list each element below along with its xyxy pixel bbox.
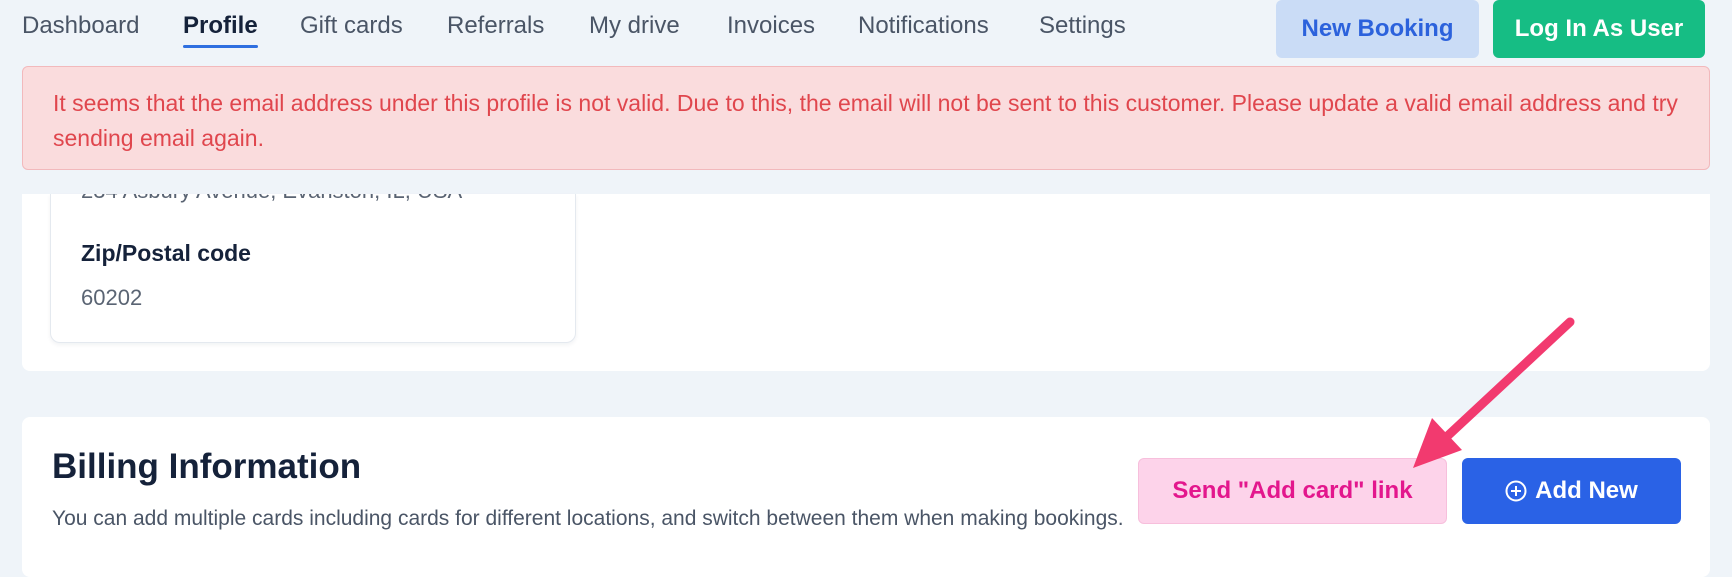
billing-description: You can add multiple cards including car…: [52, 507, 1124, 530]
tab-gift-cards[interactable]: Gift cards: [300, 12, 403, 40]
plus-circle-icon: [1505, 480, 1527, 502]
profile-address-section: 234 Asbury Avenue, Evanston, IL, USA Zip…: [22, 194, 1710, 371]
billing-title: Billing Information: [52, 447, 362, 486]
tab-invoices[interactable]: Invoices: [727, 12, 815, 40]
alert-message: It seems that the email address under th…: [53, 90, 1678, 151]
tab-notifications[interactable]: Notifications: [858, 12, 989, 40]
tab-profile[interactable]: Profile: [183, 12, 258, 48]
address-card: 234 Asbury Avenue, Evanston, IL, USA Zip…: [50, 194, 576, 343]
zip-label: Zip/Postal code: [81, 240, 251, 266]
tab-dashboard[interactable]: Dashboard: [22, 12, 139, 40]
top-navigation: Dashboard Profile Gift cards Referrals M…: [0, 0, 1732, 62]
tab-referrals[interactable]: Referrals: [447, 12, 544, 40]
billing-section: Billing Information You can add multiple…: [22, 417, 1710, 577]
address-value: 234 Asbury Avenue, Evanston, IL, USA: [81, 194, 462, 204]
tab-settings[interactable]: Settings: [1039, 12, 1126, 40]
send-add-card-link-button[interactable]: Send "Add card" link: [1138, 458, 1447, 524]
tab-my-drive[interactable]: My drive: [589, 12, 680, 40]
invalid-email-alert: It seems that the email address under th…: [22, 66, 1710, 170]
add-new-card-button[interactable]: Add New: [1462, 458, 1681, 524]
login-as-user-button[interactable]: Log In As User: [1493, 0, 1705, 58]
zip-value: 60202: [81, 285, 143, 310]
new-booking-button[interactable]: New Booking: [1276, 0, 1479, 58]
add-new-label: Add New: [1535, 477, 1638, 504]
